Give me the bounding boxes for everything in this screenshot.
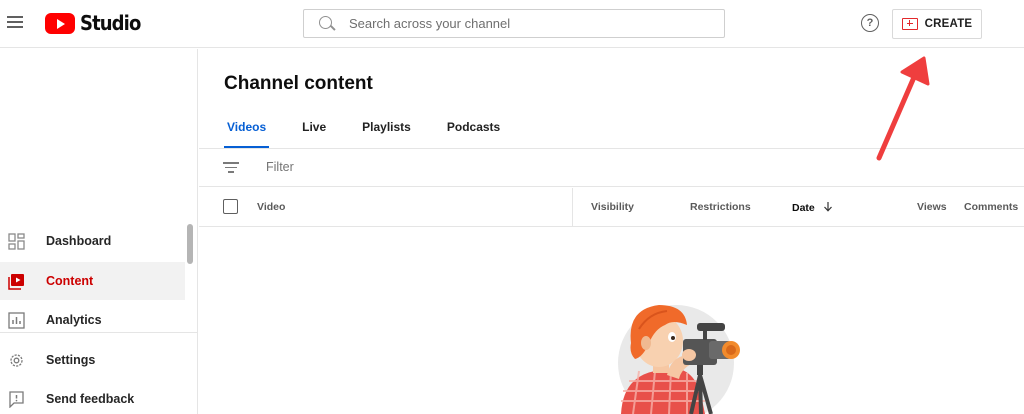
studio-logo[interactable]: Studio	[45, 10, 147, 36]
select-all-checkbox[interactable]	[223, 199, 238, 214]
filter-input[interactable]	[266, 160, 566, 174]
youtube-play-icon	[45, 12, 75, 34]
search-input[interactable]	[349, 16, 709, 31]
column-restrictions[interactable]: Restrictions	[690, 201, 751, 213]
help-icon[interactable]: ?	[861, 14, 879, 32]
dashboard-icon	[8, 232, 25, 250]
annotation-arrow-icon	[876, 56, 930, 161]
sidebar-item-send-feedback[interactable]: Send feedback	[0, 380, 185, 414]
column-views[interactable]: Views	[917, 201, 947, 213]
sidebar-item-label: Send feedback	[46, 392, 135, 406]
content-icon	[8, 273, 24, 290]
hamburger-menu-icon[interactable]	[7, 13, 25, 31]
tab-live[interactable]: Live	[299, 120, 329, 148]
search-box[interactable]	[303, 9, 725, 38]
sidebar: Dashboard Content Analytics Settings Sen…	[0, 49, 198, 414]
sort-down-arrow-icon	[823, 202, 832, 212]
filter-icon[interactable]	[223, 162, 239, 174]
sidebar-item-label: Settings	[46, 353, 96, 367]
sidebar-item-analytics[interactable]: Analytics	[0, 301, 185, 339]
settings-icon	[10, 353, 23, 367]
sidebar-scrollbar[interactable]	[187, 224, 193, 264]
column-visibility[interactable]: Visibility	[591, 201, 634, 213]
sidebar-item-label: Analytics	[46, 313, 102, 327]
empty-state-illustration	[618, 305, 740, 414]
create-video-icon	[901, 18, 918, 30]
column-date[interactable]: Date	[792, 201, 833, 214]
column-divider	[572, 188, 573, 227]
column-comments[interactable]: Comments	[964, 201, 1018, 213]
sidebar-item-label: Dashboard	[46, 234, 112, 248]
page-title: Channel content	[224, 73, 373, 94]
create-button[interactable]: CREATE	[892, 9, 982, 39]
analytics-icon	[8, 311, 25, 329]
tab-videos[interactable]: Videos	[224, 120, 270, 148]
sidebar-item-settings[interactable]: Settings	[0, 341, 185, 379]
sidebar-item-content[interactable]: Content	[0, 262, 185, 300]
table-header: Video Visibility Restrictions Date Views…	[199, 188, 1024, 227]
sidebar-item-label: Content	[46, 274, 94, 288]
tab-podcasts[interactable]: Podcasts	[444, 120, 503, 148]
column-date-label: Date	[792, 202, 815, 214]
studio-app: Studio ? CREATE Dashboard	[0, 0, 1024, 414]
sidebar-item-dashboard[interactable]: Dashboard	[0, 222, 185, 260]
column-video[interactable]: Video	[257, 201, 285, 213]
tab-playlists[interactable]: Playlists	[359, 120, 414, 148]
top-bar: Studio ? CREATE	[0, 0, 1024, 48]
content-tabs: Videos Live Playlists Podcasts	[224, 120, 533, 148]
search-icon	[315, 10, 343, 38]
sidebar-divider	[0, 332, 198, 333]
logo-text: Studio	[80, 11, 141, 35]
feedback-icon	[9, 390, 24, 408]
create-button-label: CREATE	[924, 18, 973, 30]
